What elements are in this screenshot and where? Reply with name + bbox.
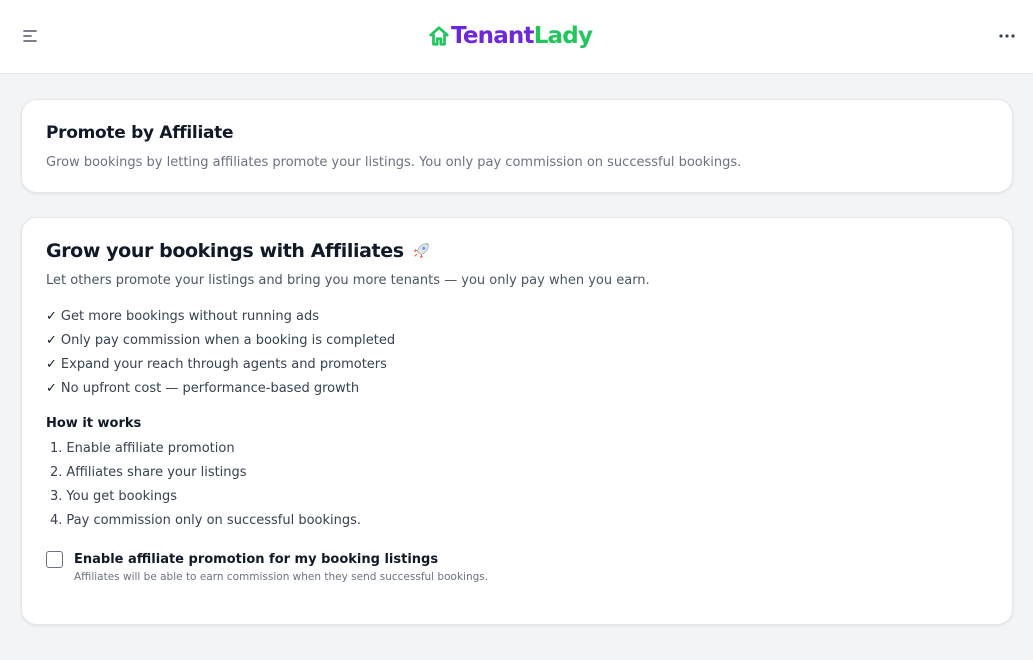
rocket-icon — [413, 243, 429, 259]
promote-by-affiliate-card: Promote by Affiliate Grow bookings by le… — [21, 99, 1013, 193]
step-number: 4. — [50, 513, 63, 528]
list-item: ✓ Get more bookings without running ads — [46, 307, 395, 331]
benefits-list: ✓ Get more bookings without running ads ✓… — [46, 307, 395, 403]
hamburger-menu-button[interactable] — [20, 24, 44, 48]
benefit-text: No upfront cost — performance-based grow… — [60, 381, 360, 396]
list-item: 3. You get bookings — [50, 487, 361, 511]
house-icon — [429, 26, 449, 46]
step-number: 2. — [50, 465, 63, 480]
affiliate-option-row: Enable affiliate promotion for my bookin… — [46, 550, 488, 583]
how-it-works-heading: How it works — [46, 416, 142, 431]
enable-affiliate-checkbox[interactable] — [46, 551, 63, 568]
benefit-text: Only pay commission when a booking is co… — [60, 333, 396, 348]
list-item: 1. Enable affiliate promotion — [50, 439, 361, 463]
checkmark-icon: ✓ — [46, 333, 57, 348]
grow-bookings-card: Grow your bookings with Affiliates Let o… — [21, 217, 1013, 625]
benefit-text: Expand your reach through agents and pro… — [60, 357, 387, 372]
step-number: 3. — [50, 489, 63, 504]
more-options-button[interactable] — [995, 24, 1019, 48]
card-title: Promote by Affiliate — [46, 123, 234, 143]
steps-list: 1. Enable affiliate promotion 2. Affiliate… — [50, 439, 361, 535]
list-item: 4. Pay commission only on successful book… — [50, 511, 361, 535]
list-item: ✓ Only pay commission when a booking is c… — [46, 331, 395, 355]
top-bar: TenantLady — [0, 0, 1033, 74]
section-title: Grow your bookings with Affiliates — [46, 240, 432, 262]
enable-affiliate-label[interactable]: Enable affiliate promotion for my bookin… — [74, 550, 488, 570]
checkmark-icon: ✓ — [46, 381, 57, 396]
more-horizontal-icon — [999, 34, 1015, 38]
enable-affiliate-help-text: Affiliates will be able to earn commissi… — [74, 571, 489, 583]
option-text: Enable affiliate promotion for my bookin… — [74, 550, 488, 583]
logo-word-tenant: Tenant — [451, 23, 535, 49]
hamburger-icon — [23, 30, 37, 42]
section-title-text: Grow your bookings with Affiliates — [46, 240, 404, 262]
checkmark-icon: ✓ — [46, 309, 57, 324]
logo-text: TenantLady — [451, 20, 593, 52]
list-item: ✓ Expand your reach through agents and pr… — [46, 355, 395, 379]
benefit-text: Get more bookings without running ads — [60, 309, 320, 324]
step-text: You get bookings — [66, 489, 177, 504]
section-subtitle: Let others promote your listings and bri… — [46, 273, 650, 288]
app-logo[interactable]: TenantLady — [428, 20, 593, 52]
step-text: Affiliates share your listings — [66, 465, 247, 480]
checkmark-icon: ✓ — [46, 357, 57, 372]
list-item: ✓ No upfront cost — performance-based gro… — [46, 379, 395, 403]
list-item: 2. Affiliates share your listings — [50, 463, 361, 487]
step-number: 1. — [50, 441, 63, 456]
card-description: Grow bookings by letting affiliates prom… — [46, 155, 742, 170]
logo-word-lady: Lady — [533, 23, 593, 49]
step-text: Enable affiliate promotion — [66, 441, 235, 456]
step-text: Pay commission only on successful bookin… — [66, 513, 362, 528]
